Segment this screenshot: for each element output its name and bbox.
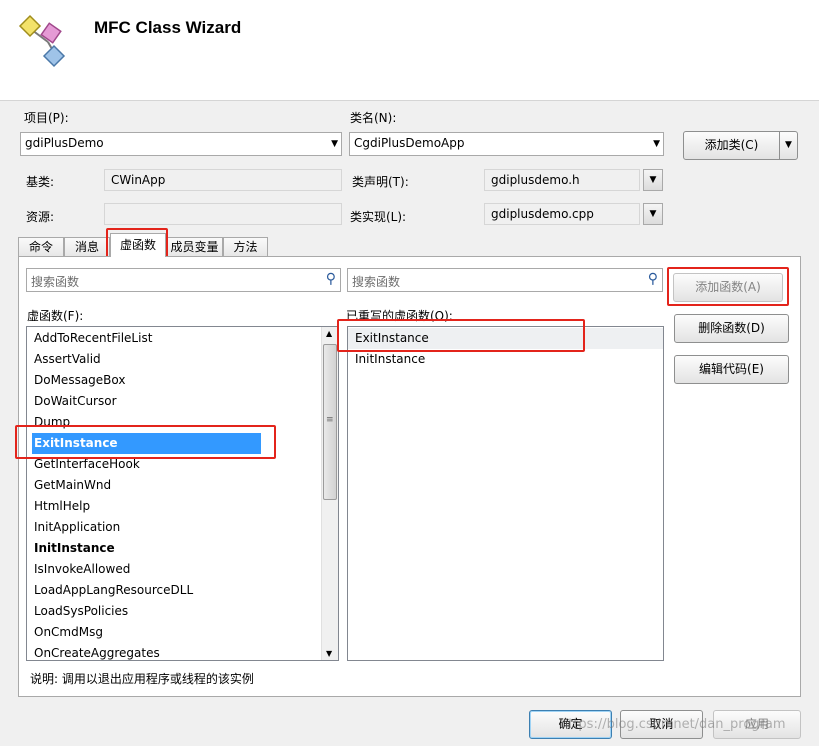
overridden-functions-list[interactable]: ExitInstance InitInstance (347, 326, 664, 661)
tab-messages[interactable]: 消息 (64, 237, 110, 257)
class-name-combo[interactable]: CgdiPlusDemoApp ▼ (349, 132, 664, 156)
list-item[interactable]: InitApplication (27, 517, 338, 538)
chevron-down-icon: ▼ (331, 139, 338, 149)
list-item[interactable]: AssertValid (27, 349, 338, 370)
list-item[interactable]: GetMainWnd (27, 475, 338, 496)
class-implementation-field: gdiplusdemo.cpp (484, 203, 640, 225)
resource-label: 资源: (26, 210, 55, 224)
edit-code-button[interactable]: 编辑代码(E) (674, 355, 789, 384)
class-name-label: 类名(N): (350, 111, 397, 125)
class-implementation-dropdown[interactable]: ▼ (643, 203, 663, 225)
list-item[interactable]: HtmlHelp (27, 496, 338, 517)
grip-icon: ≡ (326, 415, 334, 425)
page-title: MFC Class Wizard (94, 18, 242, 37)
virtual-functions-list[interactable]: AddToRecentFileList AssertValid DoMessag… (26, 326, 339, 661)
scroll-down-icon[interactable]: ▼ (326, 649, 332, 658)
vertical-scrollbar[interactable]: ▲ ≡ ▼ (321, 327, 338, 660)
scroll-thumb[interactable]: ≡ (323, 344, 337, 500)
tab-member-variables[interactable]: 成员变量 (166, 237, 223, 257)
add-class-dropdown[interactable]: ▼ (779, 131, 798, 160)
class-declaration-label: 类声明(T): (352, 175, 409, 189)
delete-function-button[interactable]: 删除函数(D) (674, 314, 789, 343)
list-item[interactable]: AddToRecentFileList (27, 328, 338, 349)
class-declaration-dropdown[interactable]: ▼ (643, 169, 663, 191)
left-search-input[interactable]: 搜索函数 ⚲ (26, 268, 341, 292)
list-item[interactable]: InitInstance (27, 538, 338, 559)
list-item[interactable]: LoadAppLangResourceDLL (27, 580, 338, 601)
chevron-down-icon: ▼ (653, 139, 660, 149)
wizard-logo-icon (14, 12, 74, 74)
highlight-box (15, 425, 276, 459)
base-class-field: CWinApp (104, 169, 342, 191)
list-item[interactable]: InitInstance (348, 349, 663, 370)
resource-field (104, 203, 342, 225)
list-item[interactable]: DoWaitCursor (27, 391, 338, 412)
add-class-button[interactable]: 添加类(C) (683, 131, 780, 160)
watermark: https://blog.csdn.net/dan_program (560, 717, 786, 732)
class-implementation-label: 类实现(L): (350, 210, 407, 224)
virtual-functions-label: 虚函数(F): (27, 309, 84, 323)
list-item[interactable]: IsInvokeAllowed (27, 559, 338, 580)
list-item[interactable]: OnCmdMsg (27, 622, 338, 643)
tab-methods[interactable]: 方法 (223, 237, 268, 257)
highlight-box (667, 267, 789, 306)
list-item[interactable]: LoadSysPolicies (27, 601, 338, 622)
highlight-box (337, 319, 585, 352)
chevron-down-icon: ▼ (785, 140, 792, 150)
right-search-placeholder: 搜索函数 (352, 275, 401, 289)
description-text: 说明: 调用以退出应用程序或线程的该实例 (30, 672, 254, 686)
chevron-down-icon: ▼ (649, 175, 657, 185)
search-icon: ⚲ (647, 271, 658, 287)
search-icon: ⚲ (325, 271, 336, 287)
tab-virtual-functions[interactable]: 虚函数 (110, 233, 166, 257)
tab-commands[interactable]: 命令 (18, 237, 64, 257)
left-search-placeholder: 搜索函数 (31, 275, 80, 289)
class-name-value: CgdiPlusDemoApp (354, 136, 465, 150)
list-item[interactable]: OnCreateAggregates (27, 643, 338, 660)
list-item[interactable]: DoMessageBox (27, 370, 338, 391)
project-combo[interactable]: gdiPlusDemo ▼ (20, 132, 342, 156)
scroll-up-icon[interactable]: ▲ (326, 329, 332, 338)
right-search-input[interactable]: 搜索函数 ⚲ (347, 268, 663, 292)
project-label: 项目(P): (24, 111, 69, 125)
wizard-header (0, 0, 819, 101)
base-class-label: 基类: (26, 175, 55, 189)
project-value: gdiPlusDemo (25, 136, 104, 150)
chevron-down-icon: ▼ (649, 209, 657, 219)
class-declaration-field: gdiplusdemo.h (484, 169, 640, 191)
